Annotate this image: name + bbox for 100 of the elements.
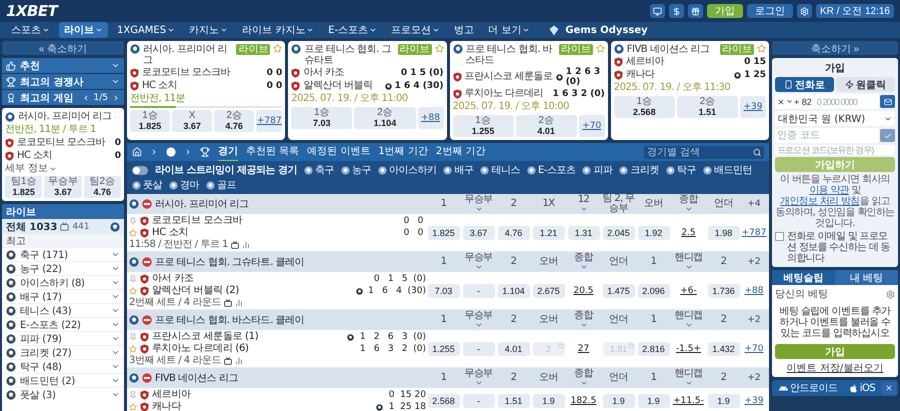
odds-button[interactable]: 7.03 xyxy=(428,284,460,298)
sport-item[interactable]: 배구 (17) xyxy=(2,289,124,303)
more-link[interactable]: +39 xyxy=(740,96,766,118)
odds-button[interactable]: 1.736 xyxy=(708,284,740,298)
app-link[interactable]: 안드로이드 xyxy=(774,381,842,395)
sport-item[interactable]: 농구 (22) xyxy=(2,261,124,275)
promo-field[interactable]: 프로모션 코드(보유한 경우) xyxy=(775,145,895,155)
all-row[interactable]: 전체 1033 441 xyxy=(2,219,124,234)
more-link[interactable]: +70 xyxy=(741,344,767,354)
nav-item[interactable]: 스포츠 xyxy=(6,22,55,38)
app-link[interactable]: iOS xyxy=(844,382,880,394)
details-link[interactable]: 세부 정보 xyxy=(5,163,121,175)
more-link[interactable]: +70 xyxy=(578,115,605,137)
sport-filter[interactable]: 피파 xyxy=(582,163,612,177)
odds-button[interactable]: 2승 4.01 xyxy=(516,115,577,137)
odds-button[interactable]: 1.9 xyxy=(602,394,634,408)
pin-icon[interactable] xyxy=(129,275,137,283)
sport-filter[interactable]: 골프 xyxy=(206,178,236,192)
more-link[interactable]: +39 xyxy=(741,396,767,406)
dollar-button[interactable] xyxy=(668,4,684,18)
checkbox[interactable] xyxy=(775,232,784,241)
odds-button[interactable]: 2승 1.51 xyxy=(676,96,738,118)
sport-filter[interactable]: 경마 xyxy=(169,178,199,192)
terms-link[interactable]: 이용 약관 xyxy=(809,185,849,196)
sidebar-section[interactable]: 최고의 게임 1/5 xyxy=(2,90,124,105)
odds-button[interactable]: - xyxy=(462,342,494,356)
odds-button[interactable]: 2승 4.76 xyxy=(214,110,254,132)
star-icon[interactable] xyxy=(129,287,137,295)
currency-select[interactable]: 대한민국 원 (KRW) xyxy=(775,111,895,126)
tab[interactable]: 추천된 목록 xyxy=(246,143,300,162)
pin-icon[interactable] xyxy=(129,391,137,399)
home-icon[interactable] xyxy=(132,147,142,157)
odds-button[interactable]: 2승 1.104 xyxy=(354,107,416,129)
odds-button[interactable]: 2.096 xyxy=(638,284,670,298)
gift-button[interactable] xyxy=(688,4,703,18)
odds-button[interactable]: 1승 1.255 xyxy=(452,115,514,137)
odds-button[interactable]: 4.76 xyxy=(498,226,530,240)
signup-tab[interactable]: 전화로 xyxy=(775,77,834,92)
more-link[interactable]: +88 xyxy=(418,107,444,129)
promo-link[interactable]: Gems Odyssey xyxy=(565,24,648,36)
sport-filter[interactable]: 탁구 xyxy=(666,163,696,177)
collapse-button[interactable]: « 축소하기 xyxy=(2,41,124,55)
odds-button[interactable]: 3.67 xyxy=(462,226,494,240)
odds-button[interactable]: 2.675 xyxy=(532,284,564,298)
nav-item[interactable]: 1XGAMES xyxy=(112,24,180,36)
tab[interactable]: 2번째 기간 xyxy=(436,143,486,162)
star-icon[interactable] xyxy=(129,345,137,353)
settings-button[interactable] xyxy=(796,4,812,18)
monitor-button[interactable] xyxy=(650,4,665,18)
sport-filter[interactable]: 크리켓 xyxy=(619,163,659,177)
search-field[interactable]: 경기별 검색 xyxy=(644,146,764,158)
odds-button[interactable]: - xyxy=(462,284,494,298)
locale-button[interactable]: KR / 오전 12:16 xyxy=(816,4,894,18)
save-load-link[interactable]: 이벤트 저장/불러오기 xyxy=(772,361,898,375)
sport-item[interactable]: 배드민턴 (2) xyxy=(2,373,124,387)
sport-filter[interactable]: 테니스 xyxy=(480,163,520,177)
sidebar-section[interactable]: 추천 xyxy=(2,58,124,73)
sport-item[interactable]: 풋살 (3) xyxy=(2,387,124,401)
odds-button[interactable]: 2.568 xyxy=(428,394,460,408)
odds-button[interactable]: 1.21 xyxy=(532,226,564,240)
odds-button[interactable]: 2.816 xyxy=(638,342,670,356)
odds-button[interactable]: 1.104 xyxy=(498,284,530,298)
odds-button[interactable]: 팀1승 1.825 xyxy=(5,176,42,198)
nav-item[interactable]: 벙고 xyxy=(449,22,480,38)
odds-button[interactable]: 1.98 xyxy=(708,226,740,240)
odds-button[interactable]: 1.475 xyxy=(602,284,634,298)
nav-item[interactable]: 더 보기 xyxy=(483,22,536,38)
nav-item[interactable]: 카지노 xyxy=(184,22,234,38)
toggle-switch[interactable] xyxy=(132,166,148,174)
star-icon[interactable] xyxy=(129,229,137,237)
sport-item[interactable]: 테니스 (43) xyxy=(2,303,124,317)
email-button[interactable] xyxy=(880,95,895,108)
odds-button[interactable]: 1승 1.825 xyxy=(130,110,170,132)
odds-button[interactable]: 1.92 xyxy=(638,226,670,240)
odds-button[interactable]: 1승 7.03 xyxy=(291,107,352,129)
country-select[interactable]: + 82 xyxy=(775,94,814,109)
odds-button[interactable]: 1.255 xyxy=(428,342,460,356)
pin-icon[interactable] xyxy=(129,217,137,225)
sport-filter[interactable]: 아이스하키 xyxy=(378,163,436,177)
odds-button[interactable]: 1.31 xyxy=(568,226,600,240)
odds-button[interactable]: 1승 2.568 xyxy=(614,96,675,118)
odds-button[interactable]: X 3.67 xyxy=(172,110,212,132)
settings-icon[interactable] xyxy=(886,290,895,298)
more-link[interactable]: +787 xyxy=(256,110,282,132)
sport-filter[interactable]: 풋살 xyxy=(132,178,162,192)
odds-button[interactable]: - xyxy=(462,394,494,408)
terms-link[interactable]: 개인정보 처리 방침 xyxy=(780,196,860,207)
sport-item[interactable]: 탁구 (48) xyxy=(2,359,124,373)
nav-item[interactable]: 라이브 xyxy=(59,22,108,38)
tab[interactable]: 예정된 이벤트 xyxy=(307,143,370,162)
odds-button[interactable]: 1.432 xyxy=(708,342,740,356)
confirm-button[interactable] xyxy=(880,129,895,142)
odds-button[interactable]: 1.825 xyxy=(428,226,460,240)
odds-button[interactable]: 1.9 xyxy=(708,394,740,408)
sport-filter[interactable]: 배드민턴 xyxy=(702,163,752,177)
pin-icon[interactable] xyxy=(129,333,137,341)
odds-button[interactable]: 1.9 xyxy=(532,394,564,408)
nav-item[interactable]: 라이브 카지노 xyxy=(237,22,320,38)
odds-button[interactable]: 1.9 xyxy=(638,394,670,408)
sport-item[interactable]: 크리켓 (27) xyxy=(2,345,124,359)
